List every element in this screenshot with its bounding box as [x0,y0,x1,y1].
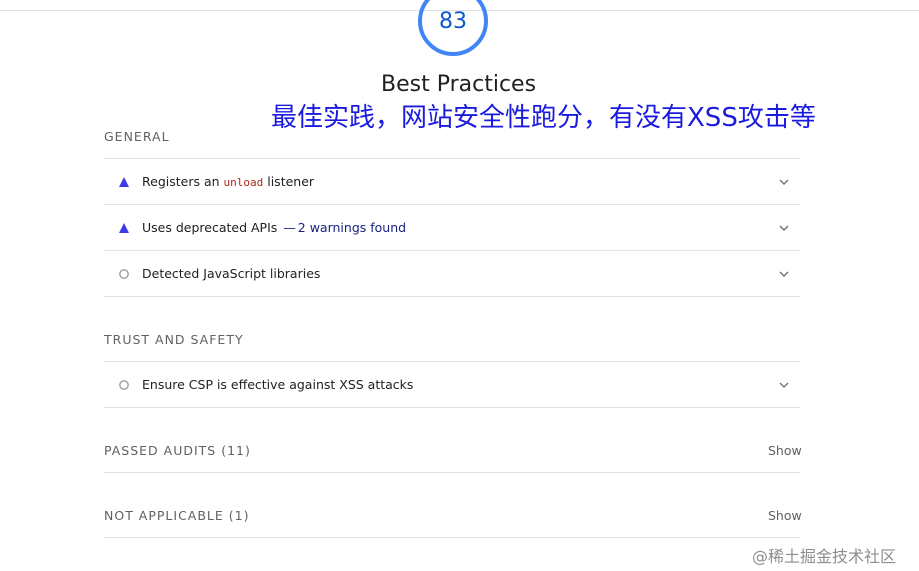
score-gauge: 83 [417,0,489,58]
audit-title: Detected JavaScript libraries [142,266,321,281]
chevron-down-icon[interactable] [778,222,790,234]
group-heading-not-applicable: NOT APPLICABLE (1) [104,508,250,523]
score-value: 83 [439,9,467,34]
chevron-down-icon[interactable] [778,379,790,391]
divider [104,537,800,538]
audit-title: Ensure CSP is effective against XSS atta… [142,377,414,392]
category-title: Best Practices [381,72,537,97]
group-heading-trust-safety: TRUST AND SAFETY [104,332,244,347]
warning-triangle-icon [119,223,129,233]
not-applicable-show-button[interactable]: Show [768,508,802,523]
group-heading-general: GENERAL [104,129,170,144]
audit-display-value: 2 warnings found [297,220,407,235]
watermark: @稀土掘金技术社区 [752,547,897,566]
chevron-down-icon[interactable] [778,176,790,188]
audit-title-code: unload [223,176,264,189]
audit-title-text: Uses deprecated APIs [142,220,278,235]
passed-audits-show-button[interactable]: Show [768,443,802,458]
info-circle-icon [119,269,129,279]
audit-title-prefix: Registers an [142,174,224,189]
chevron-down-icon[interactable] [778,268,790,280]
audit-deprecated-apis[interactable]: Uses deprecated APIs —2 warnings found [104,205,800,251]
divider [104,472,800,473]
audit-js-libraries[interactable]: Detected JavaScript libraries [104,251,800,297]
warning-triangle-icon [119,177,129,187]
audit-csp-xss[interactable]: Ensure CSP is effective against XSS atta… [104,362,800,408]
info-circle-icon [119,380,129,390]
em-dash-separator: — [283,220,296,235]
audit-title-suffix: listener [263,174,315,189]
audit-unload-listener[interactable]: Registers an unload listener [104,159,800,205]
audit-title: Uses deprecated APIs —2 warnings found [142,220,406,235]
divider [104,296,800,297]
annotation-text: 最佳实践，网站安全性跑分，有没有XSS攻击等 [271,103,816,133]
divider [104,407,800,408]
audit-title: Registers an unload listener [142,174,314,189]
group-heading-passed-audits: PASSED AUDITS (11) [104,443,251,458]
